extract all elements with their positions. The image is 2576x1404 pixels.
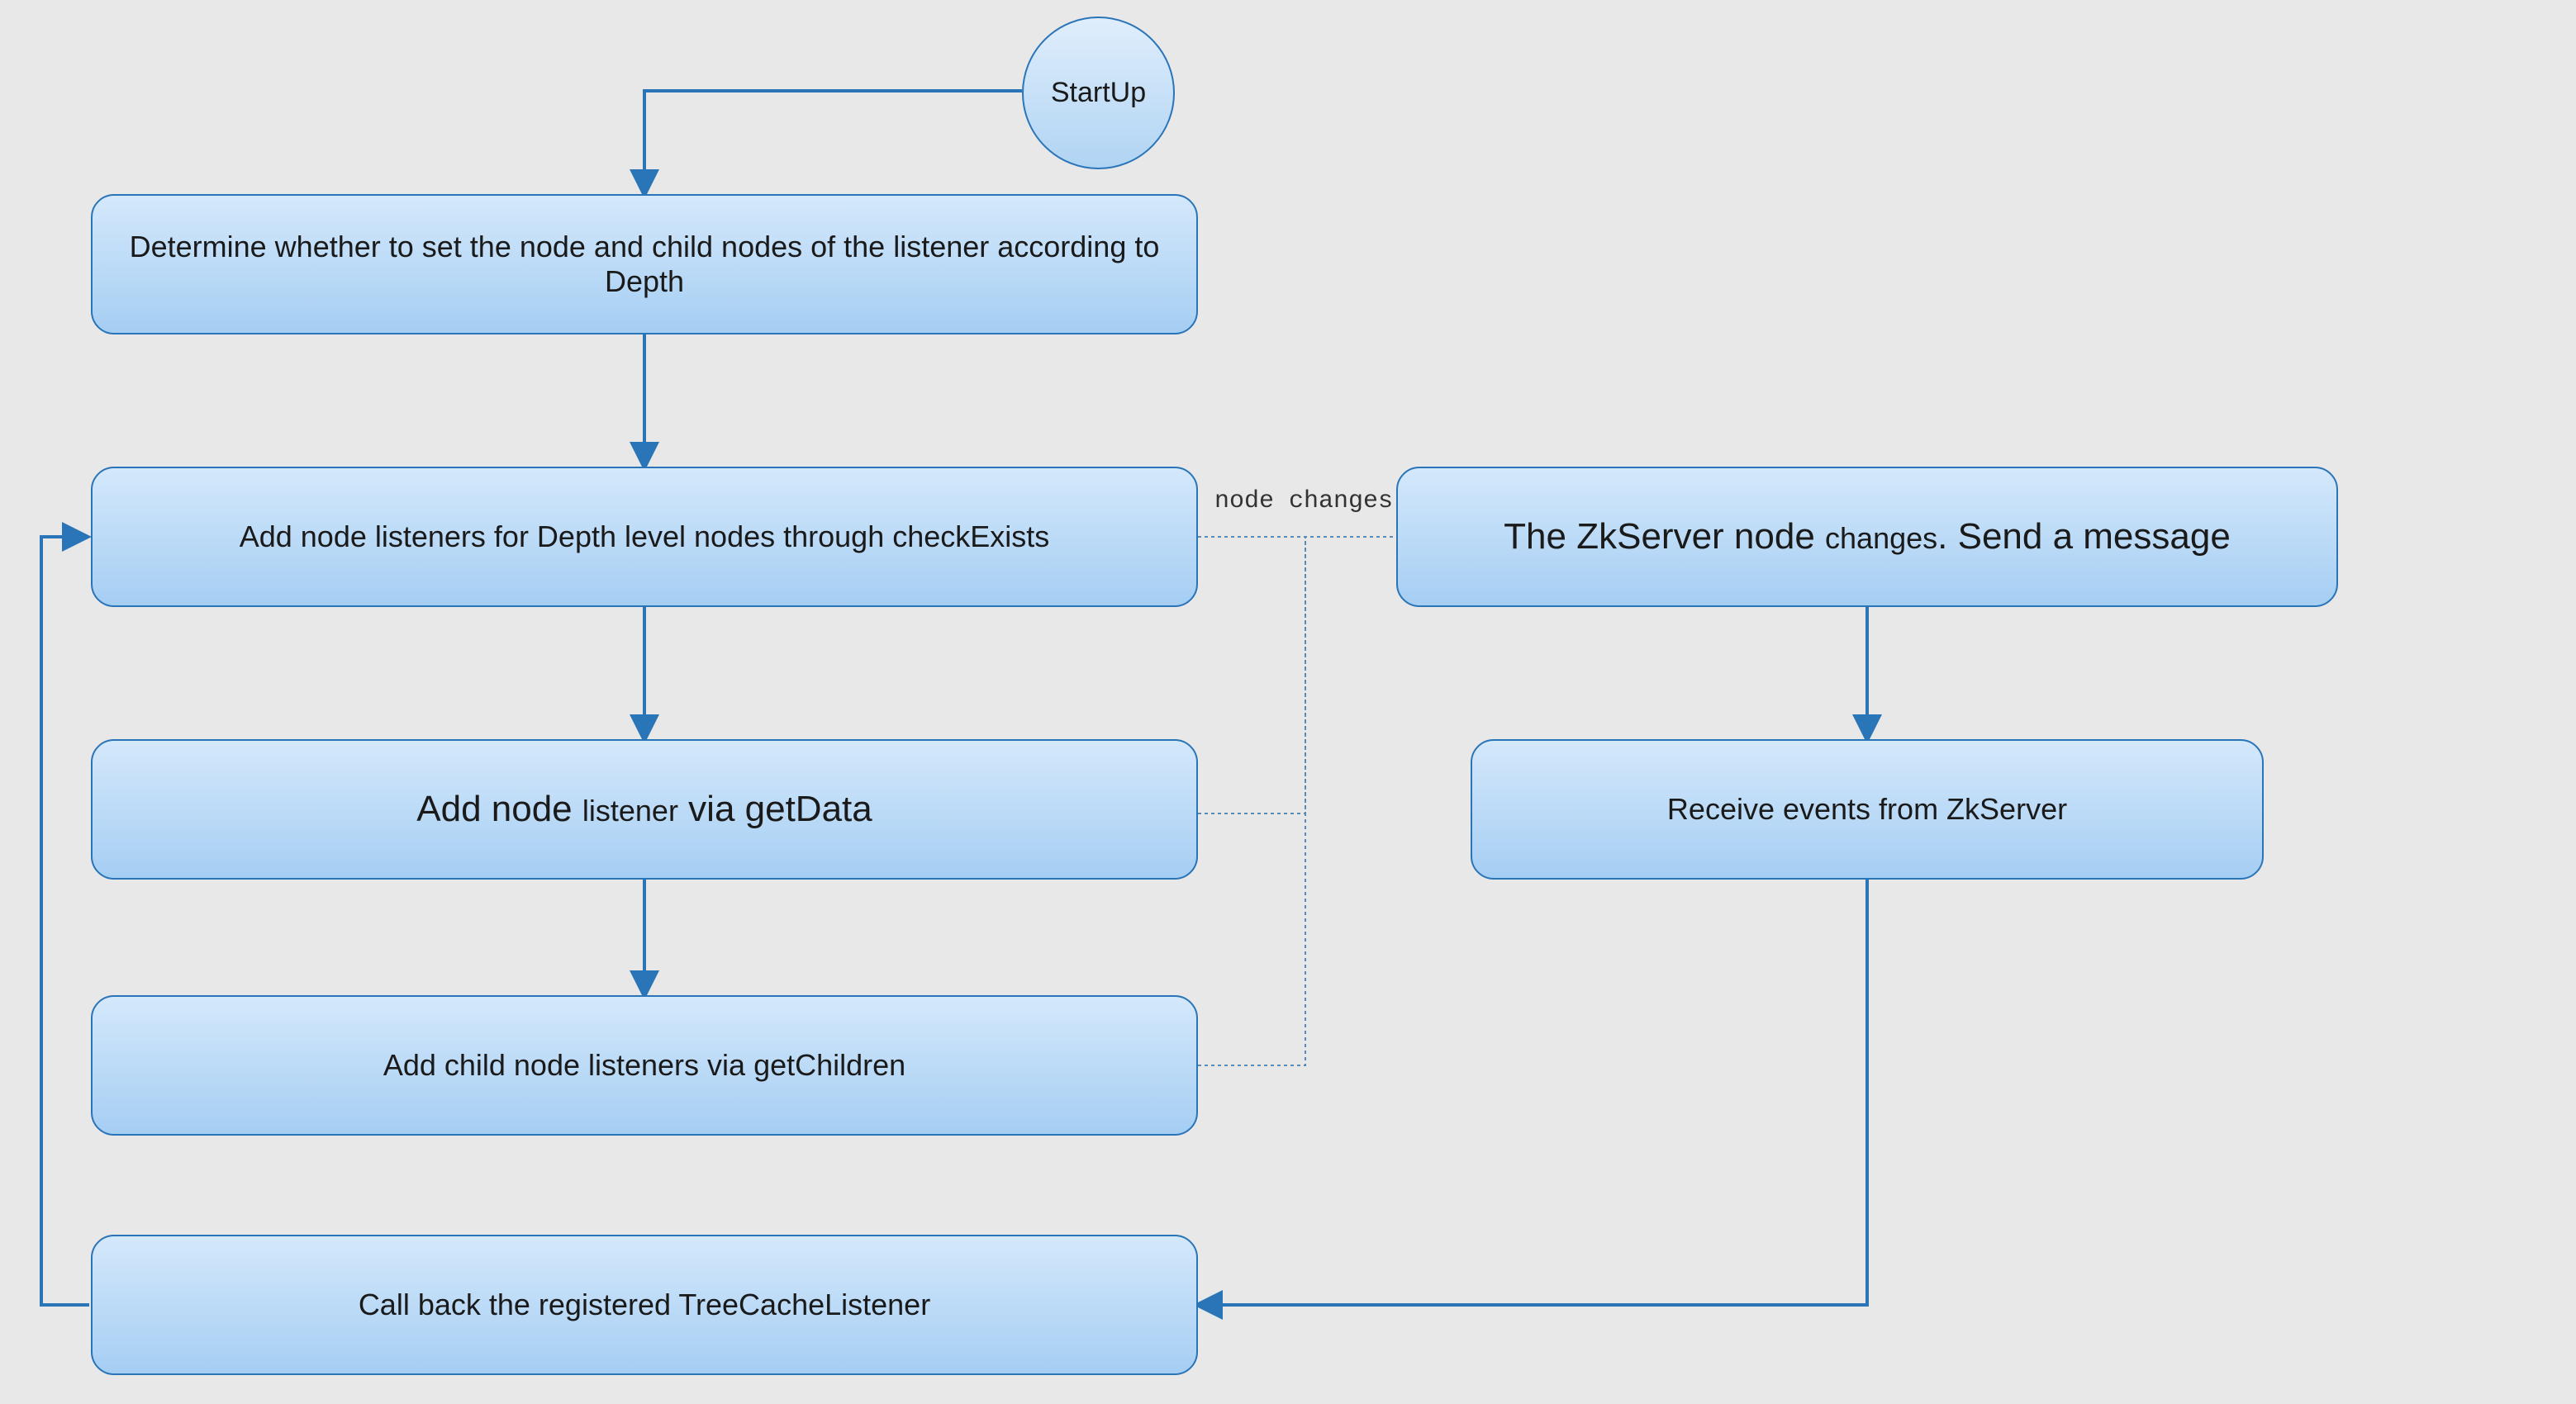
node-startup-label: StartUp — [1051, 77, 1146, 109]
node-get-data: Add node listener via getData — [91, 739, 1198, 880]
node-check-exists-label: Add node listeners for Depth level nodes… — [240, 519, 1050, 554]
node-zkserver-change: The ZkServer node changes. Send a messag… — [1396, 467, 2338, 607]
flowchart-canvas: StartUp Determine whether to set the nod… — [0, 0, 2576, 1404]
node-zkserver-change-label: The ZkServer node changes. Send a messag… — [1504, 516, 2231, 557]
node-callback: Call back the registered TreeCacheListen… — [91, 1235, 1198, 1375]
node-receive-events-label: Receive events from ZkServer — [1667, 792, 2067, 827]
node-get-children-label: Add child node listeners via getChildren — [383, 1048, 905, 1083]
node-get-children: Add child node listeners via getChildren — [91, 995, 1198, 1136]
node-startup: StartUp — [1022, 17, 1175, 169]
node-determine: Determine whether to set the node and ch… — [91, 194, 1198, 334]
edge-label-node-changes: node changes — [1214, 487, 1393, 515]
node-check-exists: Add node listeners for Depth level nodes… — [91, 467, 1198, 607]
node-receive-events: Receive events from ZkServer — [1471, 739, 2264, 880]
node-callback-label: Call back the registered TreeCacheListen… — [359, 1288, 930, 1322]
node-determine-label: Determine whether to set the node and ch… — [116, 230, 1173, 299]
node-get-data-label: Add node listener via getData — [416, 789, 872, 830]
